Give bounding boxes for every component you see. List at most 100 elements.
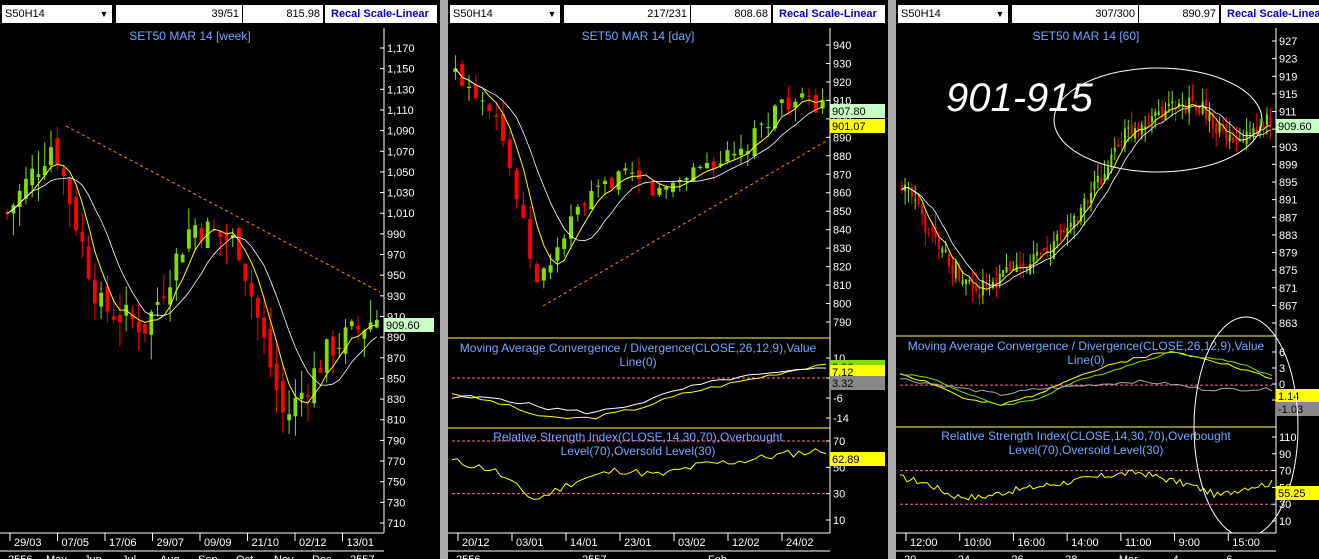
candle-body <box>1147 121 1150 124</box>
candle-body <box>1035 251 1038 256</box>
candle-body <box>575 206 580 215</box>
candle-body <box>995 277 998 288</box>
y-tick-label: 915 <box>1279 89 1297 101</box>
candle-body <box>356 325 360 330</box>
x-tick-label: 03/02 <box>678 537 706 549</box>
candle-body <box>268 328 273 368</box>
candle-body <box>616 171 621 190</box>
x-tick-label: 02/12 <box>299 537 327 549</box>
candle-body <box>30 168 35 186</box>
candle-body <box>664 187 669 190</box>
x-tick-label-2: Feb <box>708 554 727 559</box>
candle-body <box>752 128 757 156</box>
x-tick-label-2: May <box>46 554 67 559</box>
y-tick-label: 820 <box>833 262 851 274</box>
y-tick-label: 890 <box>387 332 405 344</box>
candle-body <box>521 204 526 218</box>
candle-body <box>1093 181 1096 190</box>
y-tick-label: 899 <box>1279 159 1297 171</box>
candle-body <box>1157 111 1160 116</box>
candle-body <box>1076 220 1079 222</box>
candle-body <box>1201 101 1204 114</box>
panel-divider[interactable] <box>440 0 448 559</box>
trend-line <box>542 139 829 307</box>
chart-panel-day: S50H14 ▼ 217/231 808.68 Recal Scale-Linea… <box>448 0 888 559</box>
candle-body <box>1208 112 1211 122</box>
candle-body <box>650 182 655 196</box>
x-tick-label-2: Dec <box>312 554 332 559</box>
rsi-title: Level(70),Oversold Level(30) <box>561 444 716 458</box>
y-tick-label: 800 <box>833 299 851 311</box>
y-tick-label: 850 <box>387 373 405 385</box>
candle-body <box>99 292 104 307</box>
candle-body <box>280 380 285 413</box>
last-price-label: 909.60 <box>1278 121 1312 133</box>
candle-body <box>528 219 533 259</box>
candle-body <box>914 199 917 201</box>
candle-body <box>1215 124 1218 134</box>
candle-body <box>920 206 923 215</box>
y-tick-label: 970 <box>387 250 405 262</box>
y-tick-label: 891 <box>1279 195 1297 207</box>
candle-body <box>36 174 41 178</box>
y-tick-label: 810 <box>387 415 405 427</box>
candle-body <box>1042 248 1045 251</box>
candle-body <box>1002 270 1005 277</box>
candle-body <box>473 84 478 99</box>
y-tick-label: 911 <box>1279 107 1297 119</box>
x-tick-label-2: 24 <box>958 554 970 559</box>
candle-body <box>507 139 512 168</box>
candle-body <box>1069 222 1072 228</box>
candle-body <box>480 100 485 102</box>
y-tick-label: 1,050 <box>387 167 415 179</box>
candle-body <box>1059 229 1062 235</box>
candle-body <box>541 268 546 281</box>
macd-title: Line(0) <box>1067 353 1104 367</box>
candle-body <box>1056 234 1059 241</box>
y-tick-label: 770 <box>387 456 405 468</box>
candle-body <box>337 347 342 349</box>
candle-body <box>1154 111 1157 117</box>
candle-body <box>180 254 185 263</box>
y-tick-label: 863 <box>1279 318 1297 330</box>
rsi-tick-label: 70 <box>1279 466 1291 478</box>
macd-title: Line(0) <box>619 355 656 369</box>
x-tick-label: 12/02 <box>732 537 760 549</box>
candle-body <box>1218 123 1221 133</box>
chart-title: SET50 MAR 14 [week] <box>129 29 250 43</box>
moving-average-line <box>901 105 1271 287</box>
y-tick-label: 830 <box>833 243 851 255</box>
candle-body <box>1167 103 1170 106</box>
chart-panel-60: S50H14 ▼ 307/300 890.97 Recal Scale-Linea… <box>896 0 1319 559</box>
y-tick-label: 870 <box>387 353 405 365</box>
candle-body <box>971 281 974 291</box>
y-tick-label: 883 <box>1279 230 1297 242</box>
candle-body <box>1049 254 1052 256</box>
candle-body <box>1100 177 1103 184</box>
panel-divider[interactable] <box>888 0 896 559</box>
chart-week: SET50 MAR 14 [week] 1,170 1,150 1,130 1,110 1… <box>0 28 440 559</box>
candle-body <box>1008 261 1011 272</box>
candle-body <box>1181 105 1184 107</box>
candle-body <box>931 229 934 231</box>
candle-body <box>186 229 191 249</box>
y-tick-label: 850 <box>833 206 851 218</box>
candle-body <box>80 232 85 242</box>
candle-body <box>1117 144 1120 147</box>
rsi-value-label: 55.25 <box>1278 488 1306 500</box>
x-tick-label-2: 2557 <box>582 554 606 559</box>
candle-body <box>1232 137 1235 143</box>
candle-body <box>732 153 737 156</box>
candle-body <box>494 115 499 118</box>
rsi-title: Relative Strength Index(CLOSE,14,30,70),… <box>941 429 1231 443</box>
candle-body <box>924 214 927 233</box>
candle-body <box>562 238 567 249</box>
candle-body <box>1120 143 1123 145</box>
candle-body <box>331 336 335 356</box>
moving-average-line <box>6 177 378 386</box>
candle-body <box>111 316 116 320</box>
candle-body <box>951 264 954 274</box>
x-tick-label-2: 28 <box>1065 554 1077 559</box>
candle-body <box>800 93 805 98</box>
trend-line <box>65 125 381 293</box>
